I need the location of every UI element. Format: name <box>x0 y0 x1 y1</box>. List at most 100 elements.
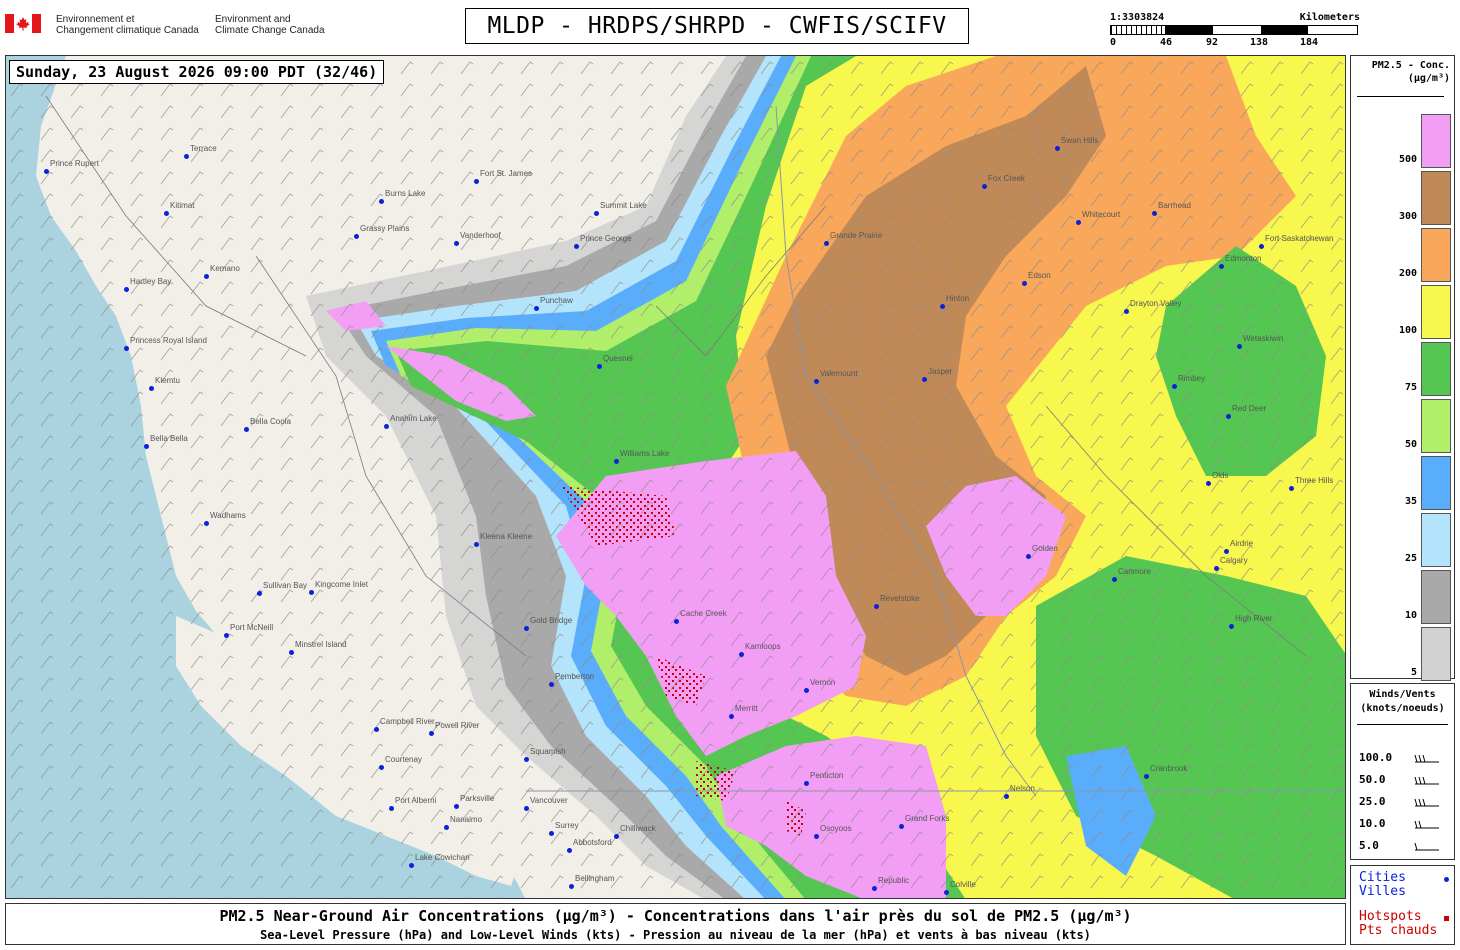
wind-legend: Winds/Vents (knots/noeuds) 100.0 50.0 25.0… <box>1350 683 1455 860</box>
city-marker[interactable] <box>379 765 384 770</box>
city-marker[interactable] <box>164 211 169 216</box>
city-label: Merritt <box>735 704 758 713</box>
city-marker[interactable] <box>872 886 877 891</box>
city-marker[interactable] <box>1172 384 1177 389</box>
city-marker[interactable] <box>1004 794 1009 799</box>
city-marker[interactable] <box>614 834 619 839</box>
city-marker[interactable] <box>804 688 809 693</box>
city-marker[interactable] <box>804 781 809 786</box>
city-marker[interactable] <box>524 806 529 811</box>
city-label: Hinton <box>946 294 970 303</box>
scale-ratio: 1:3303824 <box>1110 12 1165 23</box>
city-marker[interactable] <box>1152 211 1157 216</box>
city-marker[interactable] <box>824 241 829 246</box>
city-marker[interactable] <box>204 274 209 279</box>
city-marker[interactable] <box>940 304 945 309</box>
city-marker[interactable] <box>144 444 149 449</box>
city-marker[interactable] <box>1124 309 1129 314</box>
city-marker[interactable] <box>549 831 554 836</box>
city-marker[interactable] <box>1022 281 1027 286</box>
city-marker[interactable] <box>729 714 734 719</box>
city-marker[interactable] <box>454 804 459 809</box>
city-marker[interactable] <box>674 619 679 624</box>
city-marker[interactable] <box>1026 554 1031 559</box>
city-marker[interactable] <box>1112 577 1117 582</box>
city-marker[interactable] <box>982 184 987 189</box>
city-marker[interactable] <box>224 633 229 638</box>
legend-label-300: 300 <box>1398 211 1417 222</box>
city-marker[interactable] <box>569 884 574 889</box>
city-marker[interactable] <box>149 386 154 391</box>
city-marker[interactable] <box>814 379 819 384</box>
legend-divider <box>1357 96 1444 97</box>
legend-swatch-35 <box>1421 456 1451 510</box>
legend-swatch-5 <box>1421 627 1451 681</box>
city-marker[interactable] <box>814 834 819 839</box>
wind-barb-icon <box>1414 820 1439 829</box>
city-label: Bella Coola <box>250 417 291 426</box>
city-marker[interactable] <box>524 626 529 631</box>
map-view[interactable]: Prince Rupert Terrace Kitimat Burns Lake For… <box>5 55 1346 899</box>
city-marker[interactable] <box>1259 244 1264 249</box>
city-label: Burns Lake <box>385 189 426 198</box>
city-marker[interactable] <box>922 377 927 382</box>
city-marker[interactable] <box>389 806 394 811</box>
city-marker[interactable] <box>124 346 129 351</box>
city-marker[interactable] <box>1224 549 1229 554</box>
city-marker[interactable] <box>524 757 529 762</box>
city-marker[interactable] <box>614 459 619 464</box>
legend-label-5: 5 <box>1410 667 1417 678</box>
city-marker[interactable] <box>124 287 129 292</box>
city-marker[interactable] <box>257 591 262 596</box>
city-marker[interactable] <box>1229 624 1234 629</box>
city-label: Kingcome Inlet <box>315 580 368 589</box>
legend-label-100: 100 <box>1398 325 1417 336</box>
city-marker[interactable] <box>184 154 189 159</box>
canada-flag-icon <box>5 14 41 33</box>
city-label: Chilliwack <box>620 824 656 833</box>
city-marker[interactable] <box>204 521 209 526</box>
city-marker[interactable] <box>574 244 579 249</box>
city-marker[interactable] <box>1226 414 1231 419</box>
city-marker[interactable] <box>874 604 879 609</box>
city-marker[interactable] <box>474 542 479 547</box>
city-marker[interactable] <box>409 863 414 868</box>
city-marker[interactable] <box>1289 486 1294 491</box>
city-marker[interactable] <box>739 652 744 657</box>
city-marker[interactable] <box>429 731 434 736</box>
city-marker[interactable] <box>1206 481 1211 486</box>
city-marker[interactable] <box>567 848 572 853</box>
city-marker[interactable] <box>534 306 539 311</box>
city-marker[interactable] <box>549 682 554 687</box>
city-marker[interactable] <box>1219 264 1224 269</box>
city-marker[interactable] <box>289 650 294 655</box>
wind-legend-title: Winds/Vents (knots/noeuds) <box>1351 688 1454 716</box>
city-marker[interactable] <box>1214 566 1219 571</box>
city-marker[interactable] <box>944 890 949 895</box>
city-marker[interactable] <box>1144 774 1149 779</box>
city-marker[interactable] <box>1237 344 1242 349</box>
forecast-datetime: Sunday, 23 August 2026 09:00 PDT (32/46) <box>9 60 385 84</box>
city-label: Jasper <box>928 367 953 376</box>
city-marker[interactable] <box>384 424 389 429</box>
city-label: Fort St. James <box>480 169 533 178</box>
city-marker[interactable] <box>309 590 314 595</box>
city-marker[interactable] <box>1055 146 1060 151</box>
city-marker[interactable] <box>374 727 379 732</box>
city-label: Olds <box>1212 471 1229 480</box>
city-marker[interactable] <box>44 169 49 174</box>
city-marker[interactable] <box>244 427 249 432</box>
map-caption: PM2.5 Near-Ground Air Concentrations (μg… <box>5 903 1346 945</box>
city-marker[interactable] <box>1076 220 1081 225</box>
city-label: Canmore <box>1118 567 1151 576</box>
agency-en-line1: Environment and <box>215 14 291 25</box>
city-marker[interactable] <box>597 364 602 369</box>
city-marker[interactable] <box>454 241 459 246</box>
city-marker[interactable] <box>444 825 449 830</box>
city-marker[interactable] <box>474 179 479 184</box>
city-marker[interactable] <box>354 234 359 239</box>
city-marker[interactable] <box>379 199 384 204</box>
city-marker[interactable] <box>594 211 599 216</box>
city-marker[interactable] <box>899 824 904 829</box>
city-label: Hartley Bay <box>130 277 172 286</box>
